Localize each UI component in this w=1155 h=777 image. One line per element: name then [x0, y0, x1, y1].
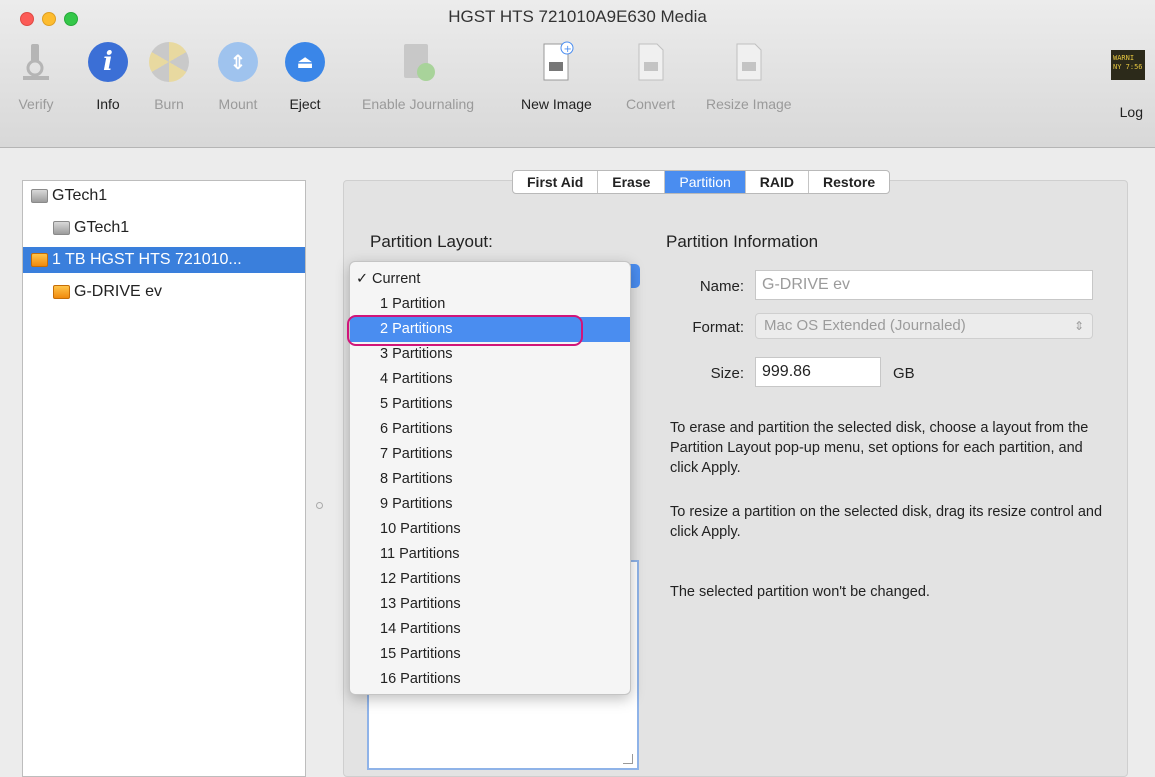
menu-item-14-partitions[interactable]: 14 Partitions — [350, 617, 630, 642]
tab-raid[interactable]: RAID — [746, 171, 810, 193]
format-label: Format: — [692, 319, 744, 336]
resize-grip-icon[interactable] — [623, 754, 633, 764]
name-field[interactable]: G-DRIVE ev — [755, 270, 1093, 300]
mount-button[interactable]: ⇕ Mount — [216, 40, 260, 112]
menu-item-2-partitions[interactable]: 2 Partitions — [347, 315, 630, 346]
tab-first-aid[interactable]: First Aid — [513, 171, 599, 193]
svg-text:+: + — [564, 44, 572, 55]
info-button[interactable]: i Info — [86, 40, 130, 112]
info-label: Info — [96, 96, 120, 112]
new-image-icon: + — [534, 40, 578, 84]
tab-bar: First Aid Erase Partition RAID Restore — [512, 170, 891, 194]
sidebar-item-gtech1-volume[interactable]: GTech1 — [23, 215, 305, 241]
menu-item-3-partitions[interactable]: 3 Partitions — [350, 342, 630, 367]
volume-icon — [53, 221, 70, 235]
sidebar-item-label: 1 TB HGST HTS 721010... — [52, 251, 242, 268]
menu-item-12-partitions[interactable]: 12 Partitions — [350, 567, 630, 592]
checkmark-icon: ✓ — [356, 271, 369, 287]
sidebar-item-label: GTech1 — [52, 187, 108, 204]
burn-label: Burn — [154, 96, 184, 112]
resize-image-label: Resize Image — [706, 96, 792, 112]
menu-item-1-partition[interactable]: 1 Partition — [350, 292, 630, 317]
mount-label: Mount — [218, 96, 258, 112]
disk-sidebar: GTech1 GTech1 1 TB HGST HTS 721010... G-… — [22, 180, 306, 777]
toolbar: HGST HTS 721010A9E630 Media Verify i Inf… — [0, 0, 1155, 148]
enable-journaling-label: Enable Journaling — [362, 96, 475, 112]
partition-layout-title: Partition Layout: — [370, 232, 493, 251]
menu-item-8-partitions[interactable]: 8 Partitions — [350, 467, 630, 492]
enable-journaling-button[interactable]: Enable Journaling — [362, 40, 474, 112]
log-label[interactable]: Log — [1120, 104, 1143, 120]
instructions-text: To erase and partition the selected disk… — [670, 420, 1089, 476]
menu-item-current[interactable]: ✓ Current — [350, 267, 630, 292]
tab-erase[interactable]: Erase — [598, 171, 666, 193]
sidebar-item-label: GTech1 — [74, 219, 130, 236]
menu-item-6-partitions[interactable]: 6 Partitions — [350, 417, 630, 442]
verify-label: Verify — [18, 96, 54, 112]
menu-item-11-partitions[interactable]: 11 Partitions — [350, 542, 630, 567]
sidebar-item-hgst-disk[interactable]: 1 TB HGST HTS 721010... — [23, 247, 305, 273]
sidebar-item-label: G-DRIVE ev — [74, 283, 163, 300]
journaling-icon — [396, 40, 440, 84]
burn-icon — [149, 42, 189, 82]
size-field[interactable]: 999.86 — [755, 357, 881, 387]
partition-layout-menu: ✓ Current 1 Partition 2 Partitions 3 Part… — [347, 261, 631, 695]
tab-restore[interactable]: Restore — [809, 171, 889, 193]
window-title: HGST HTS 721010A9E630 Media — [448, 7, 707, 26]
menu-item-5-partitions[interactable]: 5 Partitions — [350, 392, 630, 417]
menu-item-7-partitions[interactable]: 7 Partitions — [350, 442, 630, 467]
new-image-button[interactable]: + New Image — [521, 40, 592, 112]
resize-image-button[interactable]: Resize Image — [706, 40, 792, 112]
sidebar-item-gdrive-volume[interactable]: G-DRIVE ev — [23, 279, 305, 305]
new-image-label: New Image — [521, 96, 592, 112]
format-select[interactable]: Mac OS Extended (Journaled) ⇕ — [755, 313, 1093, 339]
external-volume-icon — [53, 285, 70, 299]
microscope-icon — [14, 40, 58, 84]
log-icon[interactable]: WARNI NY 7:56 — [1111, 50, 1145, 80]
convert-icon — [629, 40, 673, 84]
status-text: The selected partition won't be changed. — [670, 584, 930, 600]
partition-info-title: Partition Information — [666, 232, 819, 251]
verify-button[interactable]: Verify — [14, 40, 58, 112]
resize-instructions-text: To resize a partition on the selected di… — [670, 504, 1103, 540]
menu-item-10-partitions[interactable]: 10 Partitions — [350, 517, 630, 542]
size-label: Size: — [710, 365, 744, 382]
size-unit: GB — [893, 365, 915, 382]
convert-label: Convert — [626, 96, 676, 112]
menu-item-4-partitions[interactable]: 4 Partitions — [350, 367, 630, 392]
external-disk-icon — [31, 253, 48, 267]
eject-button[interactable]: ⏏ Eject — [283, 40, 327, 112]
name-label: Name: — [699, 278, 744, 295]
convert-button[interactable]: Convert — [626, 40, 675, 112]
split-view-handle[interactable] — [316, 502, 323, 509]
eject-icon: ⏏ — [285, 42, 325, 82]
select-arrows-icon: ⇕ — [1073, 319, 1084, 333]
tab-partition[interactable]: Partition — [665, 171, 746, 193]
burn-button[interactable]: Burn — [147, 40, 191, 112]
resize-image-icon — [727, 40, 771, 84]
eject-label: Eject — [289, 96, 321, 112]
menu-item-13-partitions[interactable]: 13 Partitions — [350, 592, 630, 617]
menu-item-16-partitions[interactable]: 16 Partitions — [350, 667, 630, 692]
menu-item-15-partitions[interactable]: 15 Partitions — [350, 642, 630, 667]
menu-item-9-partitions[interactable]: 9 Partitions — [350, 492, 630, 517]
hard-disk-icon — [31, 189, 48, 203]
info-icon: i — [88, 42, 128, 82]
mount-icon: ⇕ — [218, 42, 258, 82]
sidebar-item-gtech1-disk[interactable]: GTech1 — [23, 183, 305, 209]
